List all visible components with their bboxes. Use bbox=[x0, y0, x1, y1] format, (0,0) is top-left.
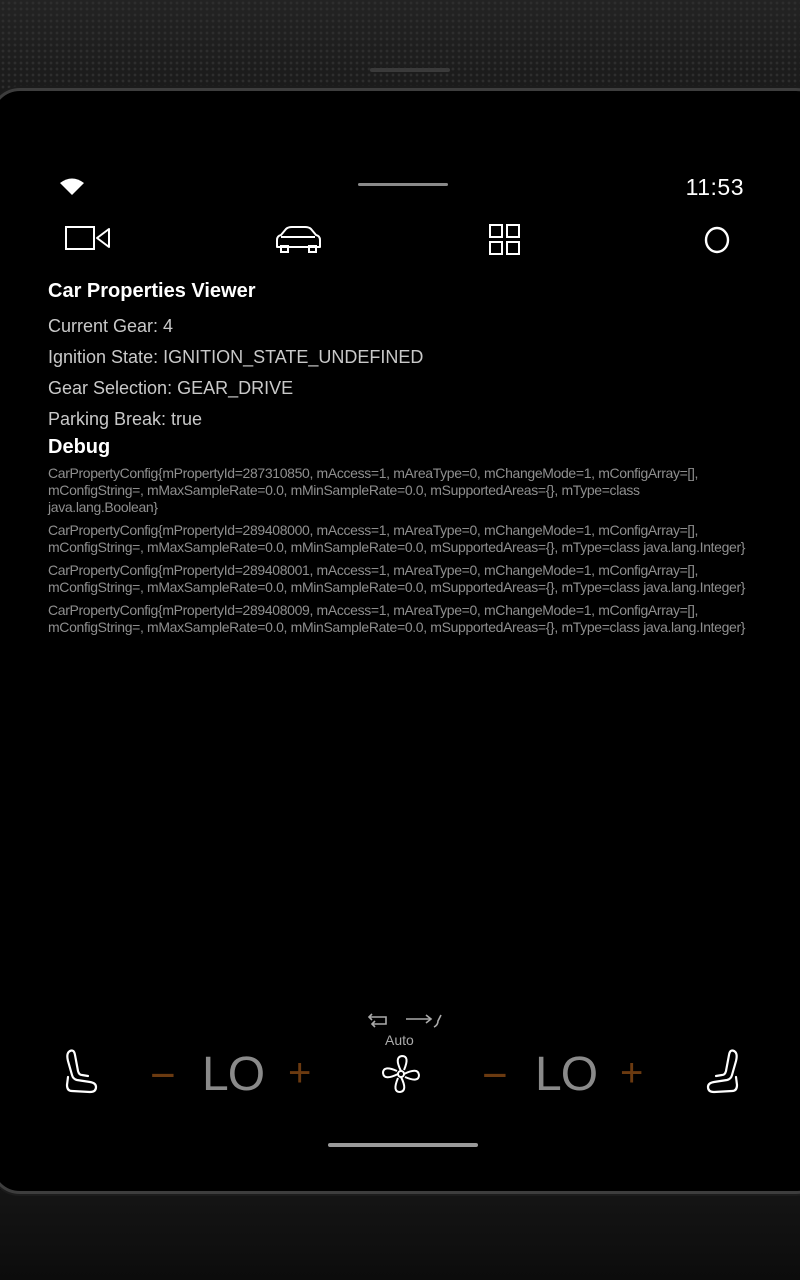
fan-mode-label: Auto bbox=[385, 1032, 414, 1048]
page-title: Car Properties Viewer bbox=[48, 280, 256, 302]
debug-list: CarPropertyConfig{mPropertyId=287310850,… bbox=[48, 465, 748, 636]
app-bar bbox=[48, 219, 756, 265]
notification-handle[interactable] bbox=[358, 183, 448, 186]
grille-slot bbox=[370, 68, 450, 72]
fan-icon[interactable] bbox=[380, 1053, 422, 1100]
property-ignition-state: Ignition State: IGNITION_STATE_UNDEFINED bbox=[48, 347, 424, 367]
dashboard-lower bbox=[0, 1190, 800, 1280]
climate-bar: − LO + Auto − LO + bbox=[48, 1007, 756, 1107]
apps-grid-icon[interactable] bbox=[488, 223, 522, 257]
property-current-gear: Current Gear: 4 bbox=[48, 316, 174, 336]
driver-seat-heat-icon[interactable] bbox=[62, 1047, 102, 1102]
wifi-icon bbox=[59, 178, 85, 201]
left-temp-increase-button[interactable]: + bbox=[288, 1051, 311, 1096]
speaker-grille bbox=[0, 0, 800, 95]
home-handle[interactable] bbox=[328, 1143, 478, 1147]
passenger-seat-heat-icon[interactable] bbox=[702, 1047, 742, 1102]
property-parking-brake: Parking Break: true bbox=[48, 409, 203, 429]
left-temperature: LO bbox=[202, 1048, 265, 1101]
recirculation-icon[interactable] bbox=[366, 1011, 392, 1034]
device-frame: 11:53 Car Properties Viewer Current Gear… bbox=[0, 0, 800, 1280]
debug-entry: CarPropertyConfig{mPropertyId=289408009,… bbox=[48, 602, 746, 635]
status-bar: 11:53 bbox=[48, 167, 756, 207]
circle-icon[interactable] bbox=[703, 225, 731, 255]
right-temp-decrease-button[interactable]: − bbox=[482, 1051, 508, 1101]
video-camera-icon[interactable] bbox=[65, 223, 111, 253]
debug-entry: CarPropertyConfig{mPropertyId=289408000,… bbox=[48, 522, 746, 555]
right-temperature: LO bbox=[535, 1048, 598, 1101]
car-properties-content: Car Properties Viewer Current Gear: 4 Ig… bbox=[48, 279, 748, 642]
status-time: 11:53 bbox=[685, 174, 744, 200]
left-temp-decrease-button[interactable]: − bbox=[150, 1051, 176, 1101]
debug-entry: CarPropertyConfig{mPropertyId=287310850,… bbox=[48, 465, 699, 515]
debug-entry: CarPropertyConfig{mPropertyId=289408001,… bbox=[48, 562, 746, 595]
property-gear-selection: Gear Selection: GEAR_DRIVE bbox=[48, 378, 294, 398]
right-temp-increase-button[interactable]: + bbox=[620, 1051, 643, 1096]
debug-heading: Debug bbox=[48, 436, 111, 458]
car-icon[interactable] bbox=[274, 223, 322, 255]
infotainment-screen: 11:53 Car Properties Viewer Current Gear… bbox=[48, 167, 756, 1112]
